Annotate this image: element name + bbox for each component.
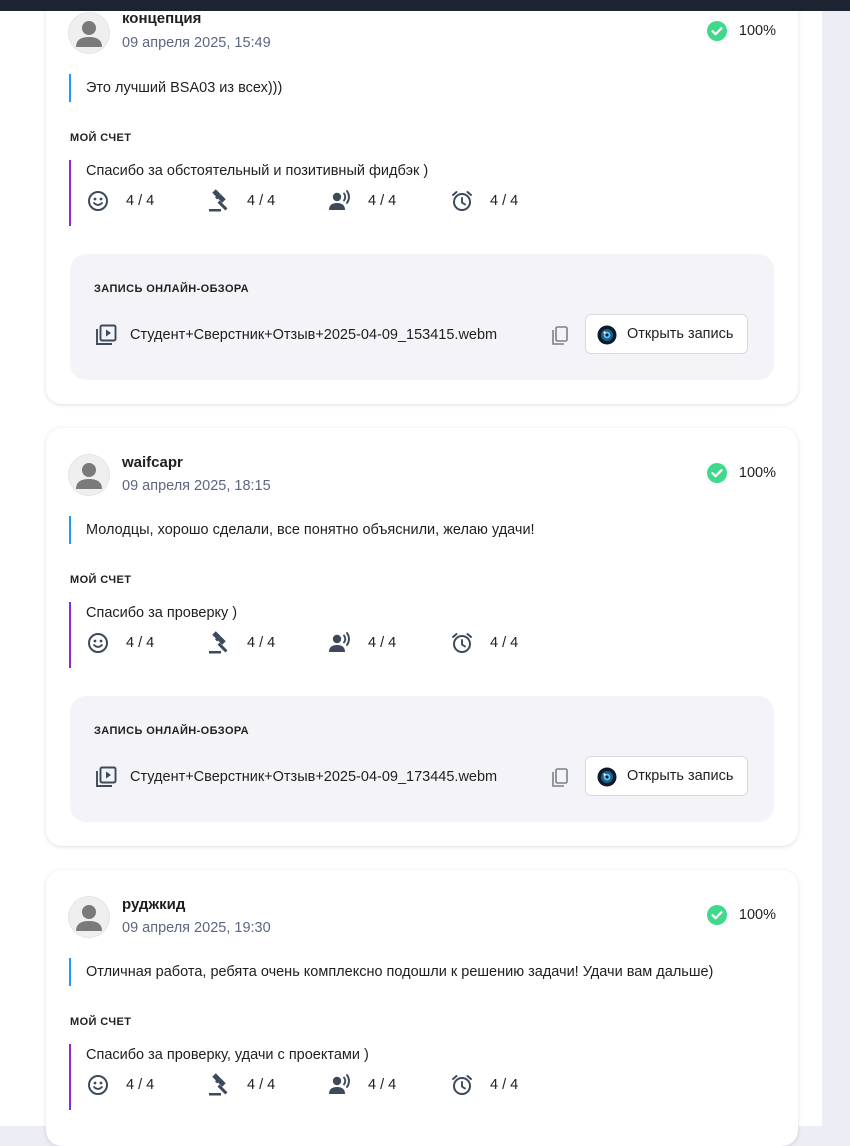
score-value: 100% (738, 465, 776, 481)
user-avatar-icon[interactable] (69, 455, 109, 495)
rating-value: 4 / 4 (247, 193, 276, 209)
rating-value: 4 / 4 (126, 1077, 155, 1093)
my-score-title: МОЙ СЧЕТ (70, 574, 132, 586)
check-circle-icon (706, 463, 727, 483)
video-library-icon (96, 324, 117, 345)
review-card: waifcapr 09 апреля 2025, 18:15 100% Моло… (46, 428, 798, 846)
smile-icon (88, 191, 108, 211)
voice-icon (329, 632, 350, 652)
review-comment: Молодцы, хорошо сделали, все понятно объ… (69, 516, 535, 544)
rating-value: 4 / 4 (247, 635, 276, 651)
camera-lens-icon (597, 767, 617, 787)
camera-lens-icon (597, 325, 617, 345)
recording-title: ЗАПИСЬ ОНЛАЙН-ОБЗОРА (94, 283, 250, 295)
voice-icon (329, 190, 350, 210)
gavel-icon (209, 189, 228, 212)
username[interactable]: руджкид (122, 896, 185, 913)
my-score-title: МОЙ СЧЕТ (70, 1016, 132, 1028)
smile-icon (88, 1075, 108, 1095)
copy-icon[interactable] (550, 767, 570, 789)
open-record-label: Открыть запись (627, 768, 734, 784)
review-comment: Отличная работа, ребята очень комплексно… (69, 958, 713, 986)
rating-value: 4 / 4 (490, 193, 519, 209)
rating-value: 4 / 4 (490, 635, 519, 651)
review-card: руджкид 09 апреля 2025, 19:30 100% Отлич… (46, 870, 798, 1146)
review-date: 09 апреля 2025, 15:49 (122, 35, 271, 51)
user-avatar-icon[interactable] (69, 13, 109, 53)
alarm-clock-icon (452, 191, 472, 211)
my-comment: Спасибо за обстоятельный и позитивный фи… (86, 163, 429, 179)
review-score: 100% (706, 21, 776, 41)
check-circle-icon (706, 905, 727, 925)
recording-filename: Студент+Сверстник+Отзыв+2025-04-09_15341… (130, 327, 498, 343)
rating-value: 4 / 4 (368, 193, 397, 209)
score-value: 100% (738, 23, 776, 39)
rating-value: 4 / 4 (126, 193, 155, 209)
smile-icon (88, 633, 108, 653)
my-score-block: Спасибо за обстоятельный и позитивный фи… (69, 160, 771, 226)
gavel-icon (209, 1073, 228, 1096)
review-comment: Это лучший BSA03 из всех))) (69, 74, 282, 102)
my-comment: Спасибо за проверку, удачи с проектами ) (86, 1047, 369, 1063)
voice-icon (329, 1074, 350, 1094)
review-card: концепция 09 апреля 2025, 15:49 100% Это… (46, 0, 798, 404)
username[interactable]: концепция (122, 10, 201, 27)
recording-title: ЗАПИСЬ ОНЛАЙН-ОБЗОРА (94, 725, 250, 737)
review-score: 100% (706, 905, 776, 925)
my-score-block: Спасибо за проверку ) 4 / 4 4 / 4 4 / 4 … (69, 602, 771, 668)
top-bar (0, 0, 850, 11)
rating-value: 4 / 4 (368, 1077, 397, 1093)
open-record-label: Открыть запись (627, 326, 734, 342)
score-value: 100% (738, 907, 776, 923)
check-circle-icon (706, 21, 727, 41)
my-comment: Спасибо за проверку ) (86, 605, 238, 621)
my-score-title: МОЙ СЧЕТ (70, 132, 132, 144)
gavel-icon (209, 631, 228, 654)
alarm-clock-icon (452, 633, 472, 653)
rating-value: 4 / 4 (126, 635, 155, 651)
my-score-block: Спасибо за проверку, удачи с проектами )… (69, 1044, 771, 1110)
copy-icon[interactable] (550, 325, 570, 347)
review-date: 09 апреля 2025, 18:15 (122, 478, 271, 494)
username[interactable]: waifcapr (122, 454, 183, 471)
recording-filename: Студент+Сверстник+Отзыв+2025-04-09_17344… (130, 769, 498, 785)
video-library-icon (96, 766, 117, 787)
review-score: 100% (706, 463, 776, 483)
open-record-button[interactable]: Открыть запись (585, 756, 748, 796)
alarm-clock-icon (452, 1075, 472, 1095)
recording-box: ЗАПИСЬ ОНЛАЙН-ОБЗОРА Студент+Сверстник+О… (70, 696, 774, 822)
rating-value: 4 / 4 (247, 1077, 276, 1093)
rating-value: 4 / 4 (490, 1077, 519, 1093)
open-record-button[interactable]: Открыть запись (585, 314, 748, 354)
user-avatar-icon[interactable] (69, 897, 109, 937)
recording-box: ЗАПИСЬ ОНЛАЙН-ОБЗОРА Студент+Сверстник+О… (70, 254, 774, 380)
rating-value: 4 / 4 (368, 635, 397, 651)
review-date: 09 апреля 2025, 19:30 (122, 920, 271, 936)
